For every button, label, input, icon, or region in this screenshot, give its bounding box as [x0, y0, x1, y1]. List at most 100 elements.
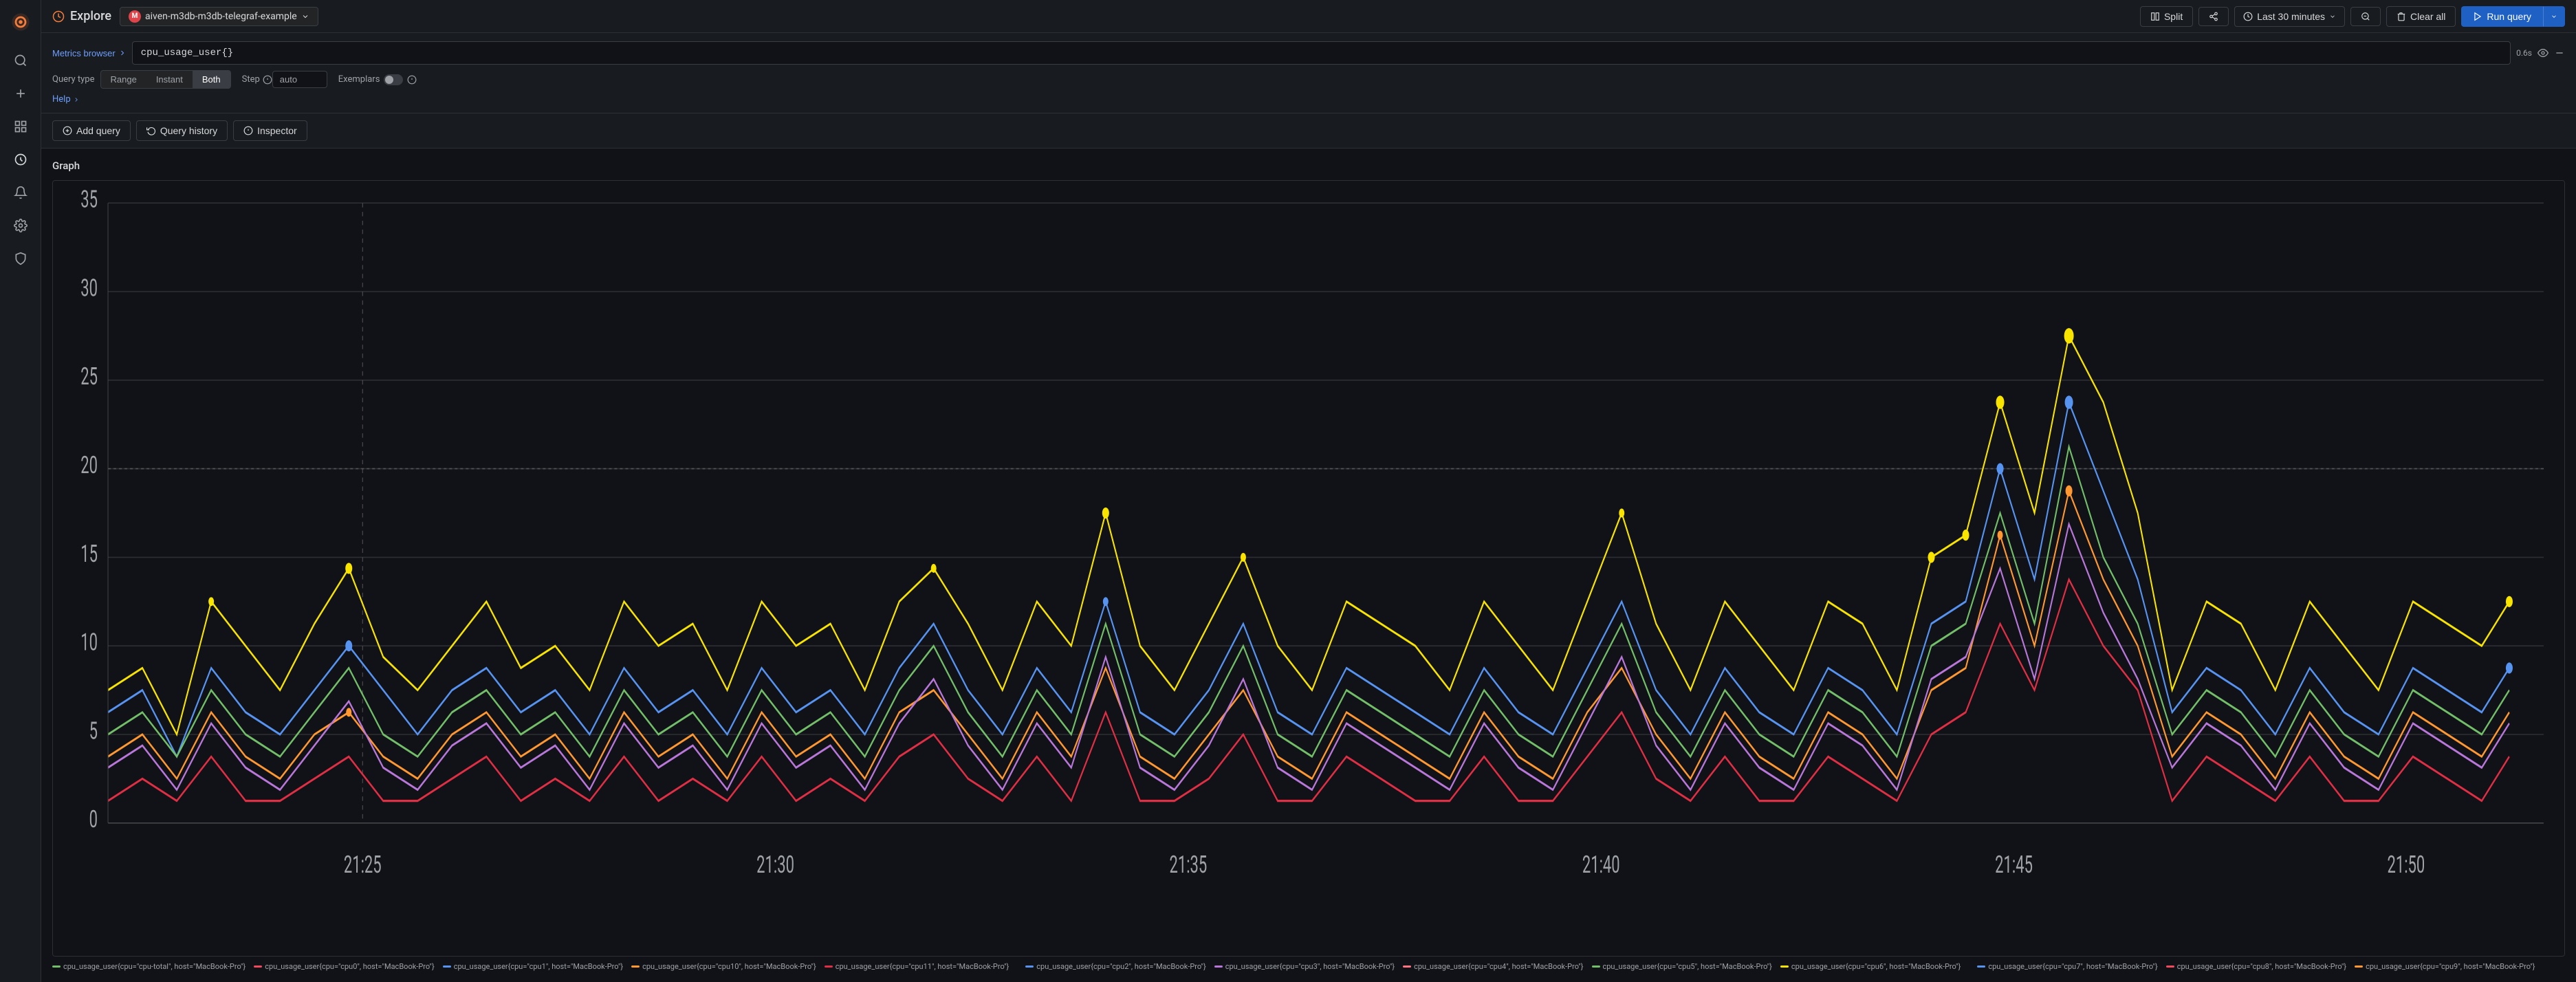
inspector-button[interactable]: Inspector	[233, 120, 307, 141]
datasource-icon: M	[129, 10, 141, 23]
legend-color-cpu7	[1977, 965, 1985, 968]
sidebar-item-add[interactable]	[7, 80, 34, 107]
svg-text:21:50: 21:50	[2387, 851, 2425, 880]
exemplars-info-icon[interactable]	[407, 75, 417, 85]
query-tab-both[interactable]: Both	[193, 71, 230, 88]
legend-color-cpu6	[1780, 965, 1789, 968]
step-label: Step	[242, 74, 260, 85]
run-query-button[interactable]: Run query	[2461, 6, 2543, 27]
query-type-tabs: Range Instant Both	[100, 70, 231, 89]
query-time: 0.6s	[2516, 48, 2532, 58]
main-content: Explore M aiven-m3db-m3db-telegraf-examp…	[41, 0, 2576, 982]
legend-label-cpu8: cpu_usage_user{cpu="cpu8", host="MacBook…	[2177, 962, 2346, 971]
legend-label-cpu3: cpu_usage_user{cpu="cpu3", host="MacBook…	[1225, 962, 1395, 971]
graph-container[interactable]: 0 5 10 15 20 25 30 35 21:25 21:30 21:35 …	[52, 180, 2565, 957]
query-toolbar: Add query Query history Inspector	[41, 113, 2576, 149]
exemplars-label: Exemplars	[338, 74, 380, 85]
legend-item-cpu-total[interactable]: cpu_usage_user{cpu="cpu-total", host="Ma…	[52, 962, 245, 971]
svg-text:21:30: 21:30	[756, 851, 794, 880]
legend-label-cpu9: cpu_usage_user{cpu="cpu9", host="MacBook…	[2366, 962, 2535, 971]
legend-color-cpu1	[443, 965, 451, 968]
legend-item-cpu3[interactable]: cpu_usage_user{cpu="cpu3", host="MacBook…	[1214, 962, 1395, 971]
metrics-browser-label: Metrics browser	[52, 48, 116, 58]
add-query-button[interactable]: Add query	[52, 120, 131, 141]
sidebar-item-explore[interactable]	[7, 146, 34, 173]
query-tab-range[interactable]: Range	[101, 71, 146, 88]
graph-title: Graph	[52, 160, 2565, 172]
clear-all-label: Clear all	[2410, 11, 2445, 22]
legend-color-cpu4	[1403, 965, 1411, 968]
eye-icon[interactable]	[2537, 47, 2548, 58]
legend-item-cpu4[interactable]: cpu_usage_user{cpu="cpu4", host="MacBook…	[1403, 962, 1583, 971]
query-meta: 0.6s	[2516, 47, 2565, 58]
legend-color-cpu3	[1214, 965, 1223, 968]
run-query-chevron-icon	[2551, 13, 2557, 20]
legend-item-cpu1[interactable]: cpu_usage_user{cpu="cpu1", host="MacBook…	[443, 962, 623, 971]
legend-color-cpu2	[1025, 965, 1034, 968]
inspector-label: Inspector	[257, 125, 297, 136]
legend-item-cpu2[interactable]: cpu_usage_user{cpu="cpu2", host="MacBook…	[1025, 962, 1205, 971]
legend-color-cpu-total	[52, 965, 61, 968]
step-info-icon[interactable]	[263, 75, 272, 85]
legend-label-cpu1: cpu_usage_user{cpu="cpu1", host="MacBook…	[454, 962, 623, 971]
sidebar-item-dashboards[interactable]	[7, 113, 34, 140]
sidebar-item-search[interactable]	[7, 47, 34, 74]
grafana-logo[interactable]	[7, 8, 34, 36]
sidebar-item-alerting[interactable]	[7, 179, 34, 206]
trash-icon	[2397, 12, 2406, 21]
legend-color-cpu8	[2166, 965, 2174, 968]
help-link[interactable]: Help	[52, 94, 2565, 105]
page-title: Explore	[52, 9, 111, 23]
legend-label-cpu6: cpu_usage_user{cpu="cpu6", host="MacBook…	[1791, 962, 1961, 971]
graph-svg: 0 5 10 15 20 25 30 35 21:25 21:30 21:35 …	[53, 181, 2564, 956]
query-input[interactable]	[132, 41, 2511, 65]
legend-item-cpu7[interactable]: cpu_usage_user{cpu="cpu7", host="MacBook…	[1977, 962, 2157, 971]
legend-label-cpu7: cpu_usage_user{cpu="cpu7", host="MacBook…	[1988, 962, 2157, 971]
zoom-out-icon	[2361, 12, 2370, 21]
legend-item-cpu8[interactable]: cpu_usage_user{cpu="cpu8", host="MacBook…	[2166, 962, 2346, 971]
svg-text:5: 5	[89, 717, 98, 745]
legend-item-cpu9[interactable]: cpu_usage_user{cpu="cpu9", host="MacBook…	[2355, 962, 2535, 971]
legend-item-cpu0[interactable]: cpu_usage_user{cpu="cpu0", host="MacBook…	[254, 962, 434, 971]
svg-text:10: 10	[80, 629, 98, 657]
zoom-out-button[interactable]	[2350, 7, 2381, 26]
legend-item-cpu11[interactable]: cpu_usage_user{cpu="cpu11", host="MacBoo…	[825, 962, 1009, 971]
legend-item-cpu5[interactable]: cpu_usage_user{cpu="cpu5", host="MacBook…	[1592, 962, 1772, 971]
query-history-button[interactable]: Query history	[136, 120, 228, 141]
query-tab-instant[interactable]: Instant	[146, 71, 193, 88]
split-button[interactable]: Split	[2140, 6, 2193, 27]
history-icon	[146, 126, 156, 135]
svg-text:21:40: 21:40	[1582, 851, 1620, 880]
time-range-button[interactable]: Last 30 minutes	[2234, 6, 2345, 27]
share-icon	[2209, 12, 2218, 21]
plus-circle-icon	[63, 126, 72, 135]
sidebar-item-shield[interactable]	[7, 245, 34, 272]
share-button[interactable]	[2198, 7, 2229, 26]
metrics-browser-button[interactable]: Metrics browser	[52, 45, 127, 61]
exemplars-switch[interactable]	[384, 74, 403, 85]
query-row: Metrics browser 0.6s	[52, 41, 2565, 65]
run-query-dropdown-button[interactable]	[2543, 6, 2565, 27]
legend-color-cpu9	[2355, 965, 2363, 968]
svg-text:15: 15	[80, 541, 98, 569]
svg-text:20: 20	[80, 452, 98, 480]
legend-item-cpu10[interactable]: cpu_usage_user{cpu="cpu10", host="MacBoo…	[631, 962, 816, 971]
time-range-label: Last 30 minutes	[2257, 11, 2325, 22]
collapse-icon[interactable]	[2554, 47, 2565, 58]
graph-legend: cpu_usage_user{cpu="cpu-total", host="Ma…	[52, 957, 2565, 971]
legend-label-cpu4: cpu_usage_user{cpu="cpu4", host="MacBook…	[1414, 962, 1583, 971]
legend-label-cpu5: cpu_usage_user{cpu="cpu5", host="MacBook…	[1603, 962, 1772, 971]
svg-text:21:45: 21:45	[1995, 851, 2033, 880]
datasource-selector[interactable]: M aiven-m3db-m3db-telegraf-example	[120, 7, 318, 26]
topbar: Explore M aiven-m3db-m3db-telegraf-examp…	[41, 0, 2576, 33]
legend-label-cpu11: cpu_usage_user{cpu="cpu11", host="MacBoo…	[836, 962, 1009, 971]
legend-color-cpu0	[254, 965, 262, 968]
datasource-name: aiven-m3db-m3db-telegraf-example	[145, 11, 297, 22]
step-input[interactable]	[272, 71, 327, 88]
legend-color-cpu10	[631, 965, 640, 968]
clear-all-button[interactable]: Clear all	[2386, 6, 2456, 27]
svg-text:25: 25	[80, 363, 98, 391]
legend-item-cpu6[interactable]: cpu_usage_user{cpu="cpu6", host="MacBook…	[1780, 962, 1961, 971]
exemplars-toggle: Exemplars	[338, 74, 417, 85]
sidebar-item-settings[interactable]	[7, 212, 34, 239]
